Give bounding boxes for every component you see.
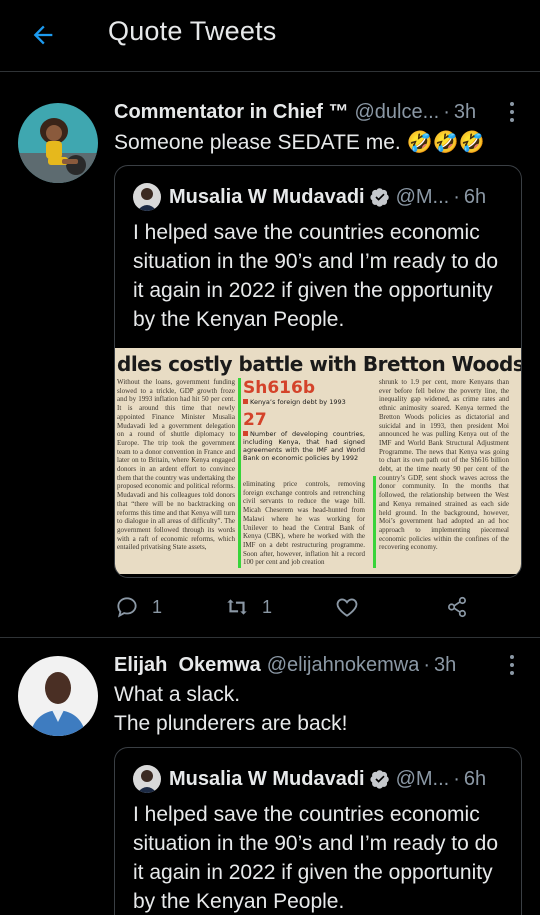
more-options-button[interactable] <box>508 102 516 122</box>
separator-dot: · <box>453 767 460 790</box>
avatar <box>133 765 161 793</box>
timestamp[interactable]: 3h <box>454 101 476 124</box>
back-button[interactable] <box>28 20 58 50</box>
clipping-column-3: shrunk to 1.9 per cent, more Kenyans tha… <box>379 378 509 552</box>
stat-debt-value: Sh616b <box>243 378 316 398</box>
avatar <box>133 183 161 211</box>
clipping-column-1: Without the loans, government funding sl… <box>117 378 235 552</box>
tweet-text-line: What a slack. <box>114 683 241 706</box>
verified-badge-icon <box>370 188 389 207</box>
separator-dot: · <box>423 653 431 676</box>
tweet-2[interactable]: Elijah Okemwa @elijahnokemwa · 3h What a… <box>0 638 540 915</box>
reply-icon <box>117 597 137 618</box>
highlight-marker <box>238 378 241 568</box>
separator-dot: · <box>453 185 460 208</box>
timestamp[interactable]: 3h <box>434 654 456 677</box>
avatar[interactable] <box>18 103 98 183</box>
quoted-author-handle: @M... <box>395 767 450 790</box>
reply-count: 1 <box>152 596 163 617</box>
quoted-tweet-card[interactable]: Musalia W Mudavadi @M... · 6h I helped s… <box>114 165 522 578</box>
author-handle[interactable]: @dulce... <box>354 101 439 124</box>
author-name[interactable]: Commentator in Chief ™ <box>114 101 348 124</box>
top-app-bar: Quote Tweets <box>0 0 540 72</box>
quoted-tweet-card[interactable]: Musalia W Mudavadi @M... · 6h I helped s… <box>114 747 522 915</box>
page-title: Quote Tweets <box>108 16 277 46</box>
author-handle[interactable]: @elijahnokemwa <box>267 654 420 677</box>
clipping-column-2: Sh616b Kenya’s foreign debt by 1993 27 N… <box>243 378 365 573</box>
verified-badge-icon <box>370 770 389 789</box>
share-button[interactable] <box>444 594 470 620</box>
quoted-timestamp: 6h <box>463 185 487 208</box>
quoted-tweet-text: I helped save the countries economic sit… <box>133 221 499 331</box>
quoted-timestamp: 6h <box>463 767 487 790</box>
author-name[interactable]: Elijah Okemwa <box>114 654 261 677</box>
newspaper-clipping-image[interactable]: dles costly battle with Bretton Woods in… <box>115 348 522 574</box>
retweet-button[interactable]: 1 <box>224 594 334 620</box>
avatar[interactable] <box>18 656 98 736</box>
tweet-text: Someone please SEDATE me. 🤣🤣🤣 <box>114 131 486 154</box>
highlight-marker <box>373 476 376 568</box>
arrow-left-icon <box>33 25 53 45</box>
like-button[interactable] <box>334 594 444 620</box>
more-options-button[interactable] <box>508 655 516 675</box>
quoted-author-name: Musalia W Mudavadi <box>169 185 365 208</box>
retweet-icon <box>227 599 247 615</box>
quoted-tweet-text: I helped save the countries economic sit… <box>133 803 499 913</box>
tweet-text-line: The plunderers are back! <box>114 712 348 735</box>
separator-dot: · <box>443 100 450 123</box>
clipping-headline: dles costly battle with Bretton Woods in… <box>117 352 522 376</box>
share-icon <box>448 596 466 618</box>
quoted-author-name: Musalia W Mudavadi <box>169 767 365 790</box>
clipping-column-2-text: eliminating price controls, removing for… <box>243 480 365 567</box>
heart-icon <box>336 598 358 617</box>
tweet-text: What a slack. The plunderers are back! <box>114 680 520 738</box>
retweet-count: 1 <box>262 596 273 617</box>
stat-countries-value: 27 <box>243 410 267 430</box>
tweet-1[interactable]: Commentator in Chief ™ @dulce... · 3h So… <box>0 72 540 637</box>
quoted-author-handle: @M... <box>395 185 450 208</box>
stat-debt-label: Kenya’s foreign debt by 1993 <box>250 398 346 406</box>
stat-countries-label: Number of developing countries, includin… <box>243 430 365 462</box>
reply-button[interactable]: 1 <box>114 594 224 620</box>
